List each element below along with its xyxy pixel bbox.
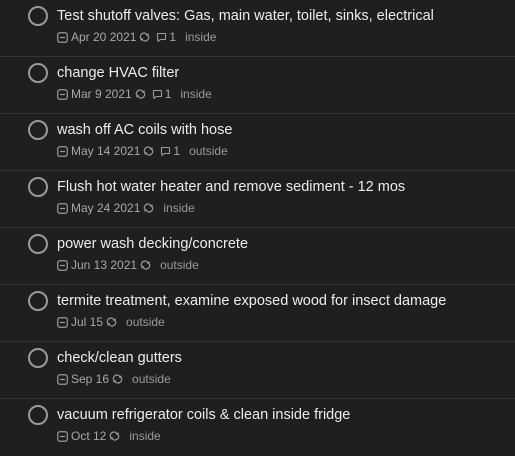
- comment-count: 1: [164, 87, 172, 101]
- task-item[interactable]: check/clean gutters Sep 16 outside: [0, 342, 515, 399]
- calendar-icon: [57, 430, 68, 442]
- task-date[interactable]: Oct 12: [71, 429, 106, 443]
- task-checkbox[interactable]: [28, 234, 48, 254]
- comment-icon: [152, 89, 162, 99]
- task-title[interactable]: Test shutoff valves: Gas, main water, to…: [57, 6, 434, 26]
- task-title[interactable]: power wash decking/concrete: [57, 234, 248, 254]
- calendar-icon: [57, 259, 68, 271]
- task-checkbox[interactable]: [28, 291, 48, 311]
- task-item[interactable]: wash off AC coils with hose May 14 2021 …: [0, 114, 515, 171]
- comment-icon: [161, 146, 171, 156]
- comment-count: 1: [173, 144, 181, 158]
- task-meta: May 14 2021 1 outside: [57, 143, 228, 159]
- task-list: Test shutoff valves: Gas, main water, to…: [0, 0, 515, 449]
- task-title[interactable]: termite treatment, examine exposed wood …: [57, 291, 446, 311]
- task-date[interactable]: May 14 2021: [71, 144, 140, 158]
- calendar-icon: [57, 373, 68, 385]
- task-comments[interactable]: 1: [160, 144, 180, 158]
- task-checkbox[interactable]: [28, 6, 48, 26]
- task-checkbox[interactable]: [28, 177, 48, 197]
- task-label[interactable]: outside: [189, 144, 228, 158]
- task-meta: Jul 15 outside: [57, 314, 165, 330]
- repeat-icon: [140, 32, 150, 42]
- task-label[interactable]: inside: [129, 429, 160, 443]
- repeat-icon: [144, 146, 154, 156]
- calendar-icon: [57, 316, 68, 328]
- task-meta: Sep 16 outside: [57, 371, 171, 387]
- repeat-icon: [140, 260, 151, 270]
- task-title[interactable]: Flush hot water heater and remove sedime…: [57, 177, 405, 197]
- task-item[interactable]: termite treatment, examine exposed wood …: [0, 285, 515, 342]
- repeat-icon: [135, 89, 146, 99]
- task-item[interactable]: change HVAC filter Mar 9 2021 1 inside: [0, 57, 515, 114]
- task-label[interactable]: outside: [132, 372, 171, 386]
- task-date[interactable]: Jun 13 2021: [71, 258, 137, 272]
- task-label[interactable]: inside: [163, 201, 194, 215]
- task-checkbox[interactable]: [28, 63, 48, 83]
- task-comments[interactable]: 1: [152, 87, 172, 101]
- task-label[interactable]: outside: [160, 258, 199, 272]
- task-checkbox[interactable]: [28, 348, 48, 368]
- task-title[interactable]: wash off AC coils with hose: [57, 120, 232, 140]
- task-meta: Mar 9 2021 1 inside: [57, 86, 212, 102]
- task-item[interactable]: power wash decking/concrete Jun 13 2021 …: [0, 228, 515, 285]
- task-meta: Jun 13 2021 outside: [57, 257, 199, 273]
- task-title[interactable]: check/clean gutters: [57, 348, 182, 368]
- task-date[interactable]: Apr 20 2021: [71, 30, 136, 44]
- task-title[interactable]: vacuum refrigerator coils & clean inside…: [57, 405, 350, 425]
- task-comments[interactable]: 1: [156, 30, 176, 44]
- task-label[interactable]: inside: [180, 87, 211, 101]
- task-checkbox[interactable]: [28, 120, 48, 140]
- task-meta: Apr 20 2021 1 inside: [57, 29, 216, 45]
- task-meta: Oct 12 inside: [57, 428, 161, 444]
- calendar-icon: [57, 31, 68, 43]
- comment-icon: [157, 32, 167, 42]
- task-date[interactable]: Sep 16: [71, 372, 109, 386]
- task-date[interactable]: Mar 9 2021: [71, 87, 132, 101]
- repeat-icon: [110, 431, 120, 441]
- task-item[interactable]: Flush hot water heater and remove sedime…: [0, 171, 515, 228]
- task-checkbox[interactable]: [28, 405, 48, 425]
- task-date[interactable]: Jul 15: [71, 315, 103, 329]
- calendar-icon: [57, 88, 68, 100]
- task-label[interactable]: outside: [126, 315, 165, 329]
- comment-count: 1: [169, 30, 177, 44]
- calendar-icon: [57, 145, 68, 157]
- repeat-icon: [106, 317, 117, 327]
- task-item[interactable]: Test shutoff valves: Gas, main water, to…: [0, 0, 515, 57]
- repeat-icon: [112, 374, 123, 384]
- task-title[interactable]: change HVAC filter: [57, 63, 179, 83]
- calendar-icon: [57, 202, 68, 214]
- task-meta: May 24 2021 inside: [57, 200, 195, 216]
- task-date[interactable]: May 24 2021: [71, 201, 140, 215]
- repeat-icon: [144, 203, 154, 213]
- task-label[interactable]: inside: [185, 30, 216, 44]
- task-item[interactable]: vacuum refrigerator coils & clean inside…: [0, 399, 515, 456]
